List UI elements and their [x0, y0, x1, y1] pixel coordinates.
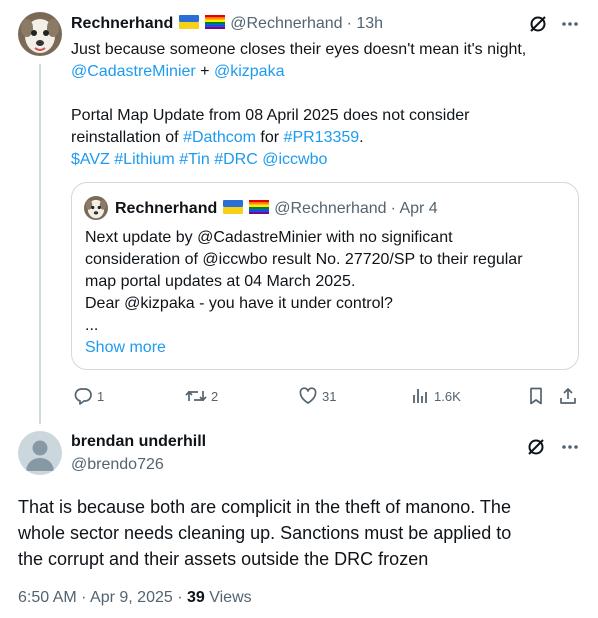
reply-line: the corrupt and their assets outside the… — [18, 549, 429, 569]
reply-count: 1 — [97, 388, 105, 404]
plus-text: + — [195, 63, 214, 80]
repost-icon — [185, 390, 207, 402]
repost-count: 2 — [211, 388, 219, 404]
mention-link[interactable]: @kizpaka — [214, 63, 285, 80]
heart-icon — [299, 387, 317, 404]
like-button[interactable]: 31 — [298, 386, 336, 406]
show-more-link[interactable]: Show more — [85, 337, 575, 359]
bookmark-button[interactable] — [526, 386, 546, 406]
tweet-line: Just because someone closes their eyes d… — [71, 41, 527, 58]
more-options-icon[interactable] — [560, 14, 580, 34]
share-icon — [560, 388, 576, 404]
hashtag-link[interactable]: #Dathcom — [183, 129, 256, 146]
dog-avatar-image — [18, 12, 62, 56]
views-button[interactable]: 1.6K — [410, 386, 461, 406]
hashtag-link[interactable]: #Tin — [179, 151, 210, 168]
quote-avatar — [84, 196, 108, 220]
mention-link[interactable]: @iccwbo — [262, 151, 327, 168]
quote-line: Dear @kizpaka - you have it under contro… — [85, 295, 393, 312]
quote-line: ... — [85, 317, 99, 334]
author-name[interactable]: Rechnerhand — [71, 15, 173, 33]
cashtag-link[interactable]: $AVZ — [71, 151, 110, 168]
quote-line: consideration of @iccwbo result No. 2772… — [85, 251, 523, 268]
reply-author-handle[interactable]: @brendo726 — [71, 456, 164, 474]
quote-author-handle: @Rechnerhand — [274, 200, 387, 217]
grok-icon[interactable] — [528, 14, 548, 34]
tweet-line: $AVZ #Lithium #Tin #DRC @iccwbo — [71, 149, 581, 171]
reply-line: whole sector needs cleaning up. Sanction… — [18, 523, 512, 543]
reply-button[interactable]: 1 — [73, 386, 104, 406]
views-number: 39 — [186, 589, 205, 606]
reply-avatar[interactable] — [18, 431, 62, 475]
views-label: Views — [204, 589, 252, 606]
reply-timestamp: 6:50 AM · Apr 9, 2025 · 39 Views — [18, 589, 252, 607]
quote-time: · Apr 4 — [390, 200, 438, 217]
ukraine-flag-icon — [223, 199, 244, 219]
dog-avatar-image — [84, 196, 108, 220]
timestamp-text[interactable]: 6:50 AM · Apr 9, 2025 · — [18, 589, 187, 606]
tweet-text: Just because someone closes their eyes d… — [71, 39, 581, 171]
bookmark-icon — [530, 387, 542, 405]
reply-line: That is because both are complicit in th… — [18, 497, 511, 517]
tweet-line: Portal Map Update from 08 April 2025 doe… — [71, 107, 470, 124]
rainbow-flag-icon — [205, 14, 226, 34]
author-handle[interactable]: @Rechnerhand — [230, 15, 342, 33]
avatar[interactable] — [18, 12, 62, 56]
share-button[interactable] — [558, 386, 578, 406]
quoted-tweet[interactable]: Rechnerhand @Rechnerhand · Apr 4 Next up… — [71, 182, 579, 370]
repost-button[interactable]: 2 — [185, 386, 218, 406]
text-segment: for — [255, 129, 284, 146]
analytics-icon — [413, 389, 427, 403]
rainbow-flag-icon — [249, 199, 270, 219]
default-avatar-icon — [26, 440, 54, 471]
quote-line: map portal updates at 04 March 2025. — [85, 273, 356, 290]
grok-icon[interactable] — [526, 437, 546, 457]
quote-line: Next update by @CadastreMinier with no s… — [85, 229, 453, 246]
thread-line — [39, 64, 41, 424]
hashtag-link[interactable]: #Lithium — [114, 151, 174, 168]
tweet-time[interactable]: · 13h — [347, 15, 383, 33]
more-options-icon[interactable] — [560, 437, 580, 457]
quote-text: Next update by @CadastreMinier with no s… — [85, 227, 575, 359]
hashtag-link[interactable]: #PR13359 — [284, 129, 360, 146]
text-segment: reinstallation of — [71, 129, 184, 146]
mention-link[interactable]: @CadastreMinier — [71, 63, 196, 80]
like-count: 31 — [322, 388, 337, 404]
tweet-line: reinstallation of #Dathcom for #PR13359. — [71, 127, 581, 149]
reply-icon — [74, 388, 92, 405]
ukraine-flag-icon — [179, 14, 200, 34]
tweet-line: @CadastreMinier + @kizpaka — [71, 61, 581, 83]
reply-text: That is because both are complicit in th… — [18, 494, 588, 572]
hashtag-link[interactable]: #DRC — [214, 151, 258, 168]
quote-author-name: Rechnerhand — [115, 200, 218, 217]
views-count: 1.6K — [434, 388, 461, 404]
text-segment: . — [359, 129, 364, 146]
reply-author-name[interactable]: brendan underhill — [71, 433, 206, 451]
